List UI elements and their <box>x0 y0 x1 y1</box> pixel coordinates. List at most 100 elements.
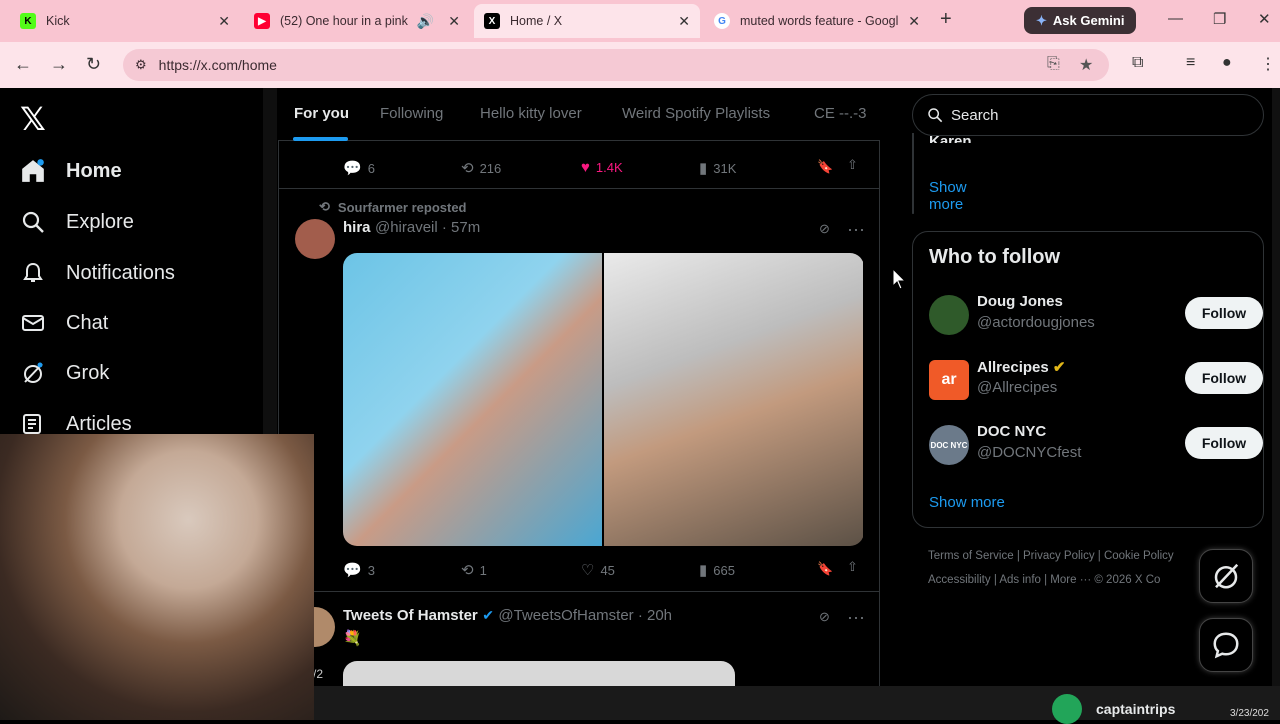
avatar[interactable] <box>929 295 969 335</box>
account-name[interactable]: DOC NYC <box>977 423 1046 440</box>
reply-button[interactable]: 💬 6 <box>343 159 375 177</box>
grok-float-button[interactable] <box>1199 549 1253 603</box>
author-name[interactable]: Tweets Of Hamster <box>343 607 478 624</box>
nav-label: Grok <box>66 361 110 384</box>
profile-avatar-icon[interactable]: ● <box>1222 54 1232 72</box>
bookmark-icon[interactable]: 🔖 <box>817 561 833 577</box>
media-image-right[interactable] <box>604 253 863 546</box>
new-tab-icon[interactable]: + <box>940 8 952 31</box>
reply-icon: 💬 <box>343 562 362 579</box>
more-options-icon[interactable]: ··· <box>847 607 865 628</box>
follow-suggestion[interactable]: ar Allrecipes ✔ @Allrecipes Follow <box>929 358 1263 402</box>
nav-chat[interactable]: Chat <box>20 310 108 336</box>
reload-icon[interactable]: ↻ <box>86 54 101 75</box>
messages-float-button[interactable] <box>1199 618 1253 672</box>
repost-button[interactable]: ⟲ 216 <box>461 159 501 177</box>
close-tab-icon[interactable]: ✕ <box>218 13 230 30</box>
tab-hello-kitty-lover[interactable]: Hello kitty lover <box>480 105 582 122</box>
search-box[interactable]: Search <box>912 94 1264 136</box>
nav-notifications[interactable]: Notifications <box>20 260 175 286</box>
author-handle-time[interactable]: @hiraveil · 57m <box>375 219 480 236</box>
share-icon[interactable]: ⇧ <box>847 559 858 575</box>
close-window-icon[interactable]: ✕ <box>1258 10 1271 28</box>
more-options-icon[interactable]: ··· <box>847 219 865 240</box>
tab-weird-spotify-playlists[interactable]: Weird Spotify Playlists <box>622 105 770 122</box>
restore-icon[interactable]: ❐ <box>1213 10 1226 28</box>
extensions-icon[interactable]: ⧉ <box>1132 54 1143 72</box>
post-text: 💐 <box>343 630 362 647</box>
footer-links-row1[interactable]: Terms of Service | Privacy Policy | Cook… <box>928 550 1174 562</box>
tab-x-home[interactable]: X Home / X ✕ <box>474 4 700 38</box>
avatar[interactable] <box>295 219 335 259</box>
account-handle[interactable]: @DOCNYCfest <box>977 444 1081 461</box>
mouse-cursor-icon <box>892 268 906 290</box>
follow-suggestion[interactable]: Doug Jones @actordougjones Follow <box>929 293 1263 337</box>
minimize-icon[interactable]: — <box>1168 10 1183 27</box>
close-tab-icon[interactable]: ✕ <box>678 13 690 30</box>
account-name[interactable]: Allrecipes ✔ <box>977 358 1065 376</box>
close-tab-icon[interactable]: ✕ <box>908 13 920 30</box>
back-icon[interactable]: ← <box>14 54 32 75</box>
post-divider <box>279 188 879 189</box>
who-to-follow-show-more[interactable]: Show more <box>929 494 1005 511</box>
author-name[interactable]: hira <box>343 219 371 236</box>
like-button[interactable]: ♥ 1.4K <box>581 159 623 176</box>
nav-home[interactable]: Home <box>20 158 122 184</box>
tab-kick[interactable]: K Kick ✕ <box>10 4 240 38</box>
views-icon: ▮ <box>699 562 708 579</box>
follow-button[interactable]: Follow <box>1185 427 1263 459</box>
views-button[interactable]: ▮ 665 <box>699 561 735 579</box>
avatar[interactable]: DOC NYC <box>929 425 969 465</box>
trends-show-more[interactable]: Show more <box>929 179 967 213</box>
account-handle[interactable]: @actordougjones <box>977 314 1095 331</box>
media-image-left[interactable] <box>343 253 602 546</box>
tab-youtube[interactable]: ▶ (52) One hour in a pink 80 🔊 ✕ <box>244 4 470 38</box>
footer-links-row2[interactable]: Accessibility | Ads info | More ··· © 20… <box>928 574 1160 586</box>
follow-button[interactable]: Follow <box>1185 362 1263 394</box>
close-tab-icon[interactable]: ✕ <box>448 13 460 30</box>
account-handle[interactable]: @Allrecipes <box>977 379 1057 396</box>
taskbar-clock: 3/23/202 <box>1230 708 1269 719</box>
tab-overflow[interactable]: CE --.-3 <box>814 105 867 122</box>
install-app-icon[interactable]: ⎘ <box>1047 55 1060 73</box>
like-count: 45 <box>600 562 615 578</box>
post-header: Tweets Of Hamster ✔ @TweetsOfHamster · 2… <box>343 607 672 625</box>
follow-suggestion[interactable]: DOC NYC DOC NYC @DOCNYCfest Follow <box>929 423 1263 467</box>
site-info-icon[interactable]: ⚙ <box>135 57 147 73</box>
views-button[interactable]: ▮ 31K <box>699 159 736 177</box>
address-bar[interactable]: ⚙ https://x.com/home ⎘ ★ <box>123 49 1109 81</box>
reply-button[interactable]: 💬 3 <box>343 561 375 579</box>
like-button[interactable]: ♡ 45 <box>581 561 615 579</box>
author-handle-time[interactable]: @TweetsOfHamster · 20h <box>498 607 672 624</box>
menu-kebab-icon[interactable]: ⋮ <box>1260 54 1276 74</box>
tab-title: muted words feature - Googl <box>740 14 899 28</box>
account-name[interactable]: Doug Jones <box>977 293 1063 310</box>
avatar[interactable]: ar <box>929 360 969 400</box>
repost-icon: ⟲ <box>461 160 474 177</box>
repost-button[interactable]: ⟲ 1 <box>461 561 487 579</box>
grok-post-icon[interactable]: ⊘ <box>819 609 830 625</box>
grok-post-icon[interactable]: ⊘ <box>819 221 830 237</box>
tab-google[interactable]: G muted words feature - Googl ✕ <box>704 4 930 38</box>
nav-grok[interactable]: Grok <box>20 360 109 386</box>
bookmark-star-icon[interactable]: ★ <box>1079 55 1093 75</box>
share-icon[interactable]: ⇧ <box>847 157 858 173</box>
tab-following[interactable]: Following <box>380 105 443 122</box>
x-logo-icon[interactable]: 𝕏 <box>20 100 46 138</box>
youtube-favicon-icon: ▶ <box>254 13 270 29</box>
ask-gemini-button[interactable]: ✦ Ask Gemini <box>1024 7 1137 34</box>
post-media[interactable] <box>343 253 864 546</box>
page-scrollbar[interactable] <box>1272 88 1280 720</box>
repost-icon: ⟲ <box>461 562 474 579</box>
home-icon <box>20 158 46 184</box>
media-control-icon[interactable]: ≡ <box>1186 54 1195 72</box>
webcam-overlay <box>0 434 314 720</box>
trend-partial[interactable]: Karen <box>929 133 972 143</box>
bookmark-icon[interactable]: 🔖 <box>817 159 833 175</box>
speaker-icon[interactable]: 🔊 <box>417 13 434 30</box>
google-favicon-icon: G <box>714 13 730 29</box>
follow-button[interactable]: Follow <box>1185 297 1263 329</box>
nav-explore[interactable]: Explore <box>20 209 134 235</box>
tab-for-you[interactable]: For you <box>294 105 349 122</box>
forward-icon[interactable]: → <box>50 54 68 75</box>
